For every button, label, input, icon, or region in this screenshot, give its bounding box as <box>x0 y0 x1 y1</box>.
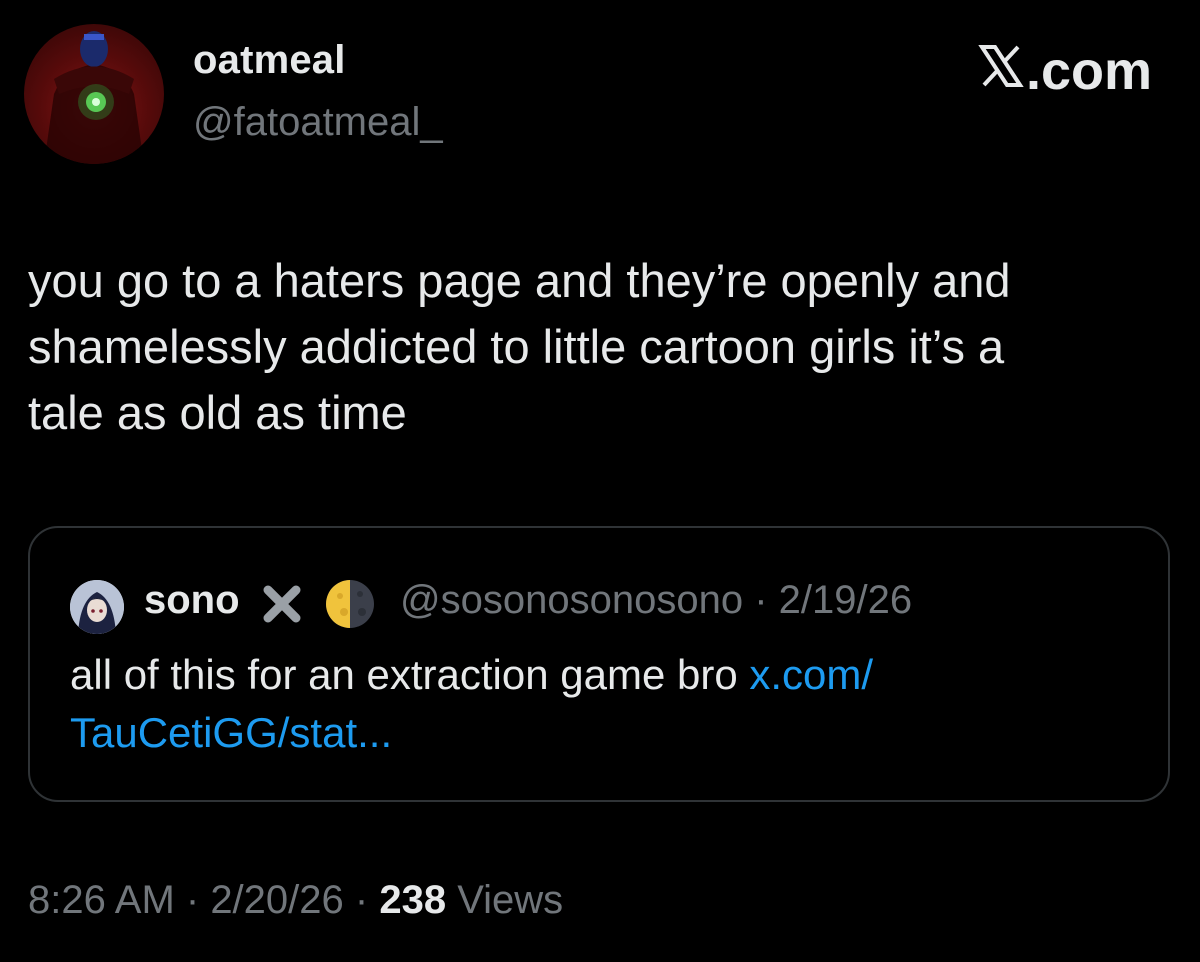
author-avatar[interactable] <box>24 24 164 164</box>
quoted-author-handle[interactable]: @sosonosonosono <box>400 578 743 622</box>
views-count[interactable]: 238 <box>379 878 446 922</box>
quoted-link[interactable]: x.com/ <box>749 651 873 698</box>
avatar-image-icon <box>44 31 144 164</box>
x-logo-icon <box>978 40 1024 102</box>
tweet-date[interactable]: 2/20/26 <box>210 878 343 922</box>
quoted-handle-date: @sosonosonosono · 2/19/26 <box>400 578 912 623</box>
separator-dot: · <box>174 878 211 922</box>
author-display-name[interactable]: oatmeal <box>193 38 346 83</box>
moon-icon <box>324 578 376 630</box>
quoted-link-continued[interactable]: TauCetiGG/stat... <box>70 709 392 756</box>
tweet-text-line: shamelessly addicted to little cartoon g… <box>28 320 1005 373</box>
author-handle[interactable]: @fatoatmeal_ <box>193 100 443 145</box>
cross-mark-icon <box>262 582 302 626</box>
quoted-author-name[interactable]: sono <box>144 578 240 623</box>
brand-label: .com <box>1025 41 1152 101</box>
brand-watermark: .com <box>978 40 1152 102</box>
tweet-card: oatmeal @fatoatmeal_ .com you go to a ha… <box>0 0 1200 962</box>
quoted-date[interactable]: 2/19/26 <box>779 578 912 622</box>
separator-dot: · <box>743 578 779 622</box>
tweet-text: you go to a haters page and they’re open… <box>28 248 1178 446</box>
quoted-tweet[interactable]: sono @sosonosonosono · 2/19/26 all of th… <box>28 526 1170 802</box>
quoted-author-avatar[interactable] <box>70 580 124 634</box>
quoted-text-body: all of this for an extraction game bro <box>70 651 750 698</box>
tweet-text-line: you go to a haters page and they’re open… <box>28 254 1011 307</box>
tweet-time[interactable]: 8:26 AM <box>28 878 175 922</box>
separator-dot: · <box>343 878 380 922</box>
views-label: Views <box>446 878 564 922</box>
quoted-tweet-text: all of this for an extraction game bro x… <box>70 646 1130 762</box>
quoted-avatar-image-icon <box>70 580 124 634</box>
tweet-text-line: tale as old as time <box>28 386 407 439</box>
tweet-meta: 8:26 AM · 2/20/26 · 238 Views <box>28 878 563 923</box>
